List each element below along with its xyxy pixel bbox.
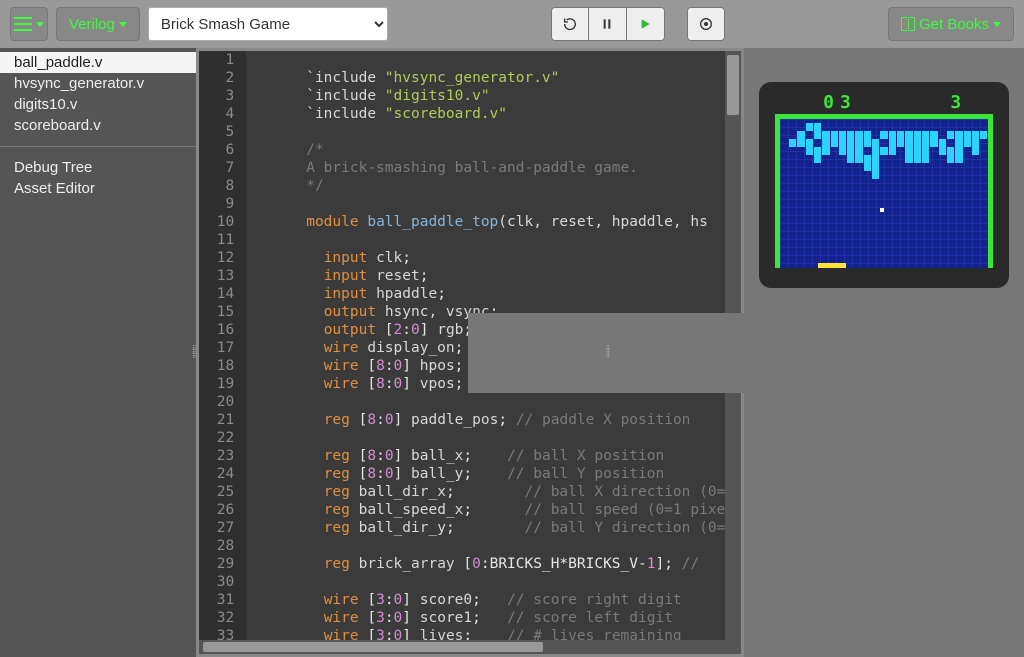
sidebar-tool[interactable]: Asset Editor	[0, 178, 196, 199]
run-button[interactable]	[627, 7, 665, 41]
main-area: ball_paddle.vhvsync_generator.vdigits10.…	[0, 48, 1024, 657]
sidebar-divider	[0, 146, 196, 147]
sidebar-tool[interactable]: Debug Tree	[0, 157, 196, 178]
file-sidebar: ball_paddle.vhvsync_generator.vdigits10.…	[0, 48, 196, 657]
brick-row	[780, 123, 988, 131]
brick-row	[780, 139, 988, 147]
chevron-down-icon	[119, 22, 127, 27]
score-left: 03	[823, 92, 857, 110]
get-books-dropdown[interactable]: Get Books	[888, 7, 1014, 41]
record-icon	[698, 16, 714, 32]
chevron-down-icon	[993, 22, 1001, 27]
refresh-icon	[562, 16, 578, 32]
file-item[interactable]: ball_paddle.v	[0, 52, 196, 73]
brick-row	[780, 147, 988, 155]
run-controls	[551, 7, 665, 41]
brick-row	[780, 171, 988, 179]
score-right: 3	[950, 92, 967, 110]
hamburger-icon	[14, 15, 32, 33]
paddle	[818, 263, 846, 268]
editor-pane: ⠿⠿⠿ 123456789101112131415161718192021222…	[196, 48, 745, 657]
project-select[interactable]: Brick Smash Game	[148, 7, 388, 41]
brick-row	[780, 163, 988, 171]
chevron-down-icon	[36, 22, 44, 27]
emulator-panel: 03 3	[744, 48, 1024, 657]
record-button[interactable]	[687, 7, 725, 41]
emulator-screen[interactable]: 03 3	[759, 82, 1009, 288]
get-books-label: Get Books	[919, 16, 989, 33]
file-item[interactable]: scoreboard.v	[0, 115, 196, 136]
brick-row	[780, 155, 988, 163]
file-item[interactable]: digits10.v	[0, 94, 196, 115]
language-dropdown[interactable]: Verilog	[56, 7, 140, 41]
brick-row	[780, 131, 988, 139]
reset-button[interactable]	[551, 7, 589, 41]
line-gutter: 1234567891011121314151617181920212223242…	[199, 51, 246, 654]
score-display: 03 3	[775, 92, 993, 114]
file-item[interactable]: hvsync_generator.v	[0, 73, 196, 94]
playfield	[775, 114, 993, 268]
pause-button[interactable]	[589, 7, 627, 41]
brick-row	[780, 179, 988, 187]
pause-icon	[599, 16, 615, 32]
scrollbar-thumb[interactable]	[727, 55, 739, 115]
top-toolbar: Verilog Brick Smash Game Get Books	[0, 0, 1024, 48]
resize-handle-left[interactable]: ⠿⠿⠿	[192, 347, 198, 359]
ball	[880, 208, 884, 212]
language-label: Verilog	[69, 16, 115, 33]
menu-button[interactable]	[10, 7, 48, 41]
resize-handle-right[interactable]: ⠿⠿⠿	[468, 313, 748, 393]
play-icon	[637, 16, 653, 32]
scrollbar-thumb[interactable]	[203, 642, 543, 652]
book-icon	[901, 17, 915, 31]
horizontal-scrollbar[interactable]	[199, 640, 726, 654]
